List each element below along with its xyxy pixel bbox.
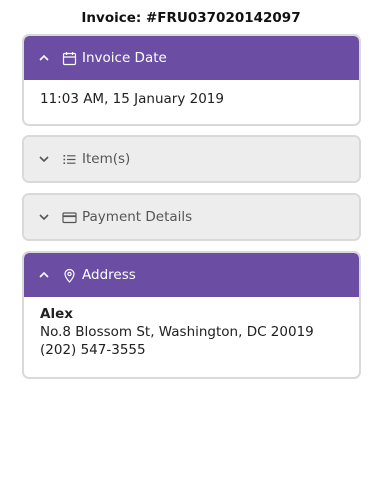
chevron-up-icon[interactable] bbox=[38, 269, 50, 281]
chevron-down-icon[interactable] bbox=[38, 211, 50, 223]
invoice-date-header-label: Invoice Date bbox=[82, 50, 167, 66]
address-header[interactable]: Address bbox=[24, 253, 359, 297]
invoice-date-value: 11:03 AM, 15 January 2019 bbox=[40, 91, 224, 107]
location-pin-icon bbox=[62, 268, 77, 283]
items-header[interactable]: Item(s) bbox=[24, 137, 359, 181]
items-panel: Item(s) bbox=[22, 135, 361, 183]
address-name: Alex bbox=[40, 306, 73, 322]
payment-details-header[interactable]: Payment Details bbox=[24, 195, 359, 239]
address-phone: (202) 547-3555 bbox=[40, 342, 146, 358]
address-header-label: Address bbox=[82, 267, 136, 283]
invoice-date-header[interactable]: Invoice Date bbox=[24, 36, 359, 80]
payment-details-panel: Payment Details bbox=[22, 193, 361, 241]
credit-card-icon bbox=[62, 210, 77, 225]
invoice-date-body: 11:03 AM, 15 January 2019 bbox=[24, 80, 359, 118]
invoice-date-panel: Invoice Date 11:03 AM, 15 January 2019 bbox=[22, 34, 361, 126]
items-header-label: Item(s) bbox=[82, 151, 131, 167]
chevron-down-icon[interactable] bbox=[38, 153, 50, 165]
address-street: No.8 Blossom St, Washington, DC 20019 bbox=[40, 324, 314, 340]
address-panel: Address Alex No.8 Blossom St, Washington… bbox=[22, 251, 361, 379]
calendar-icon bbox=[62, 51, 77, 66]
chevron-up-icon[interactable] bbox=[38, 52, 50, 64]
payment-details-header-label: Payment Details bbox=[82, 209, 193, 225]
address-body: Alex No.8 Blossom St, Washington, DC 200… bbox=[24, 297, 359, 369]
list-icon bbox=[62, 152, 77, 167]
invoice-title: Invoice: #FRU037020142097 bbox=[81, 10, 301, 26]
